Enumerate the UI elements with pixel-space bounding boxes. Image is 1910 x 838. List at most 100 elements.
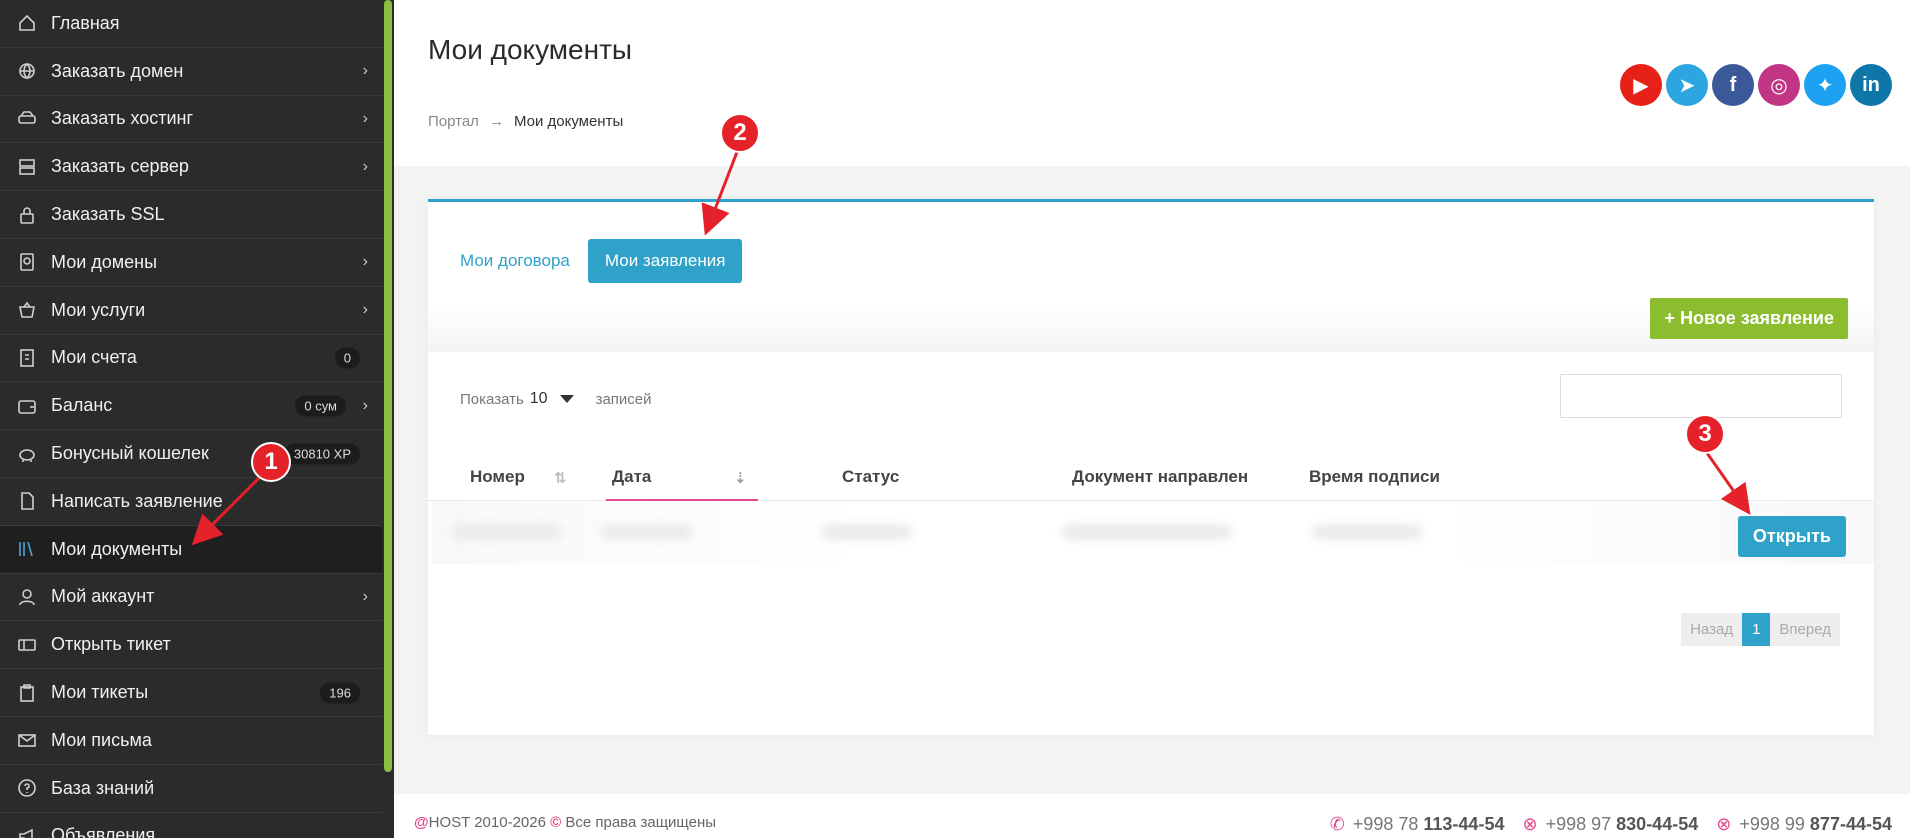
count-badge: 196: [320, 682, 360, 704]
books-icon: [16, 538, 38, 560]
circle-icon: ⊗: [1716, 814, 1732, 834]
sidebar-item-label: Мои домены: [51, 251, 158, 272]
length-select[interactable]: 10: [530, 390, 548, 408]
phone-list: ✆ +998 78 113-44-54 ⊗ +998 97 830-44-54 ⊗ +99…: [1330, 814, 1892, 835]
blurred-cell: [452, 524, 562, 540]
telegram-icon[interactable]: ➤: [1666, 64, 1708, 106]
blurred-cell: [822, 524, 912, 540]
length-show-label: Показать: [460, 390, 524, 408]
brand-at: @: [414, 814, 429, 831]
twitter-icon[interactable]: ✦: [1804, 64, 1846, 106]
blurred-cell: [1312, 524, 1422, 540]
main-content: Мои документы Портал → Мои документы ▶ ➤ f…: [394, 0, 1910, 838]
sidebar-item-label: Написать заявление: [51, 490, 223, 511]
sidebar-item-12[interactable]: Мой аккаунт ›: [0, 574, 382, 622]
sidebar-item-8[interactable]: Баланс 0 сум ›: [0, 382, 382, 431]
column-date[interactable]: Дата: [612, 467, 651, 487]
sidebar-item-4[interactable]: Заказать SSL: [0, 191, 382, 239]
pagination-next[interactable]: Вперед: [1770, 613, 1840, 646]
piggybank-icon: [16, 443, 38, 465]
sidebar-item-13[interactable]: Открыть тикет: [0, 621, 382, 670]
sidebar-item-7[interactable]: Мои счета 0: [0, 335, 382, 383]
page-title: Мои документы: [428, 34, 633, 65]
blurred-cell: [602, 524, 692, 540]
phone-prefix: +998 78: [1352, 814, 1419, 834]
tab-applications[interactable]: Мои заявления: [587, 239, 743, 283]
sidebar-scrollbar[interactable]: [384, 0, 392, 772]
instagram-icon[interactable]: ◎: [1758, 64, 1800, 106]
sidebar-item-6[interactable]: Мои услуги ›: [0, 287, 382, 335]
annotation-marker-2: 2: [720, 113, 760, 153]
open-document-button[interactable]: Открыть: [1737, 516, 1846, 557]
search-input[interactable]: [1560, 374, 1842, 418]
chevron-right-icon: ›: [362, 396, 368, 414]
lock-icon: [16, 204, 38, 226]
sidebar-item-10[interactable]: Написать заявление: [0, 478, 382, 526]
youtube-icon[interactable]: ▶: [1620, 64, 1662, 106]
column-sign-time[interactable]: Время подписи: [1309, 467, 1440, 487]
active-sort-underline: [606, 499, 758, 501]
mail-icon: [16, 729, 38, 751]
linkedin-icon[interactable]: in: [1850, 64, 1892, 106]
question-icon: [16, 777, 38, 799]
phone-number[interactable]: ⊗ +998 99 877-44-54: [1716, 814, 1892, 835]
sidebar-menu: Главная Заказать домен › Заказать хостинг › З…: [0, 0, 382, 838]
ticket-icon: [16, 634, 38, 656]
home-icon: [16, 12, 38, 34]
server-icon: [16, 156, 38, 178]
annotation-marker-1: 1: [251, 442, 291, 482]
sidebar-item-16[interactable]: База знаний: [0, 765, 382, 813]
phone-digits: 877-44-54: [1809, 814, 1892, 834]
sidebar-item-11[interactable]: Мои документы: [0, 525, 382, 574]
column-status[interactable]: Статус: [842, 467, 899, 487]
invoice-icon: [16, 347, 38, 369]
chevron-right-icon: ›: [362, 109, 368, 127]
table-row: [432, 502, 1874, 564]
chevron-right-icon: ›: [362, 62, 368, 80]
sidebar-item-17[interactable]: Объявления: [0, 813, 382, 838]
phone-number[interactable]: ✆ +998 78 113-44-54: [1330, 814, 1505, 835]
new-application-label: Новое заявление: [1679, 308, 1834, 328]
breadcrumb-portal[interactable]: Портал: [428, 113, 479, 130]
sidebar-item-15[interactable]: Мои письма: [0, 717, 382, 765]
user-icon: [16, 586, 38, 608]
sidebar-item-9[interactable]: Бонусный кошелек 30810 XP: [0, 430, 382, 478]
sidebar-item-1[interactable]: Заказать домен ›: [0, 48, 382, 96]
column-sent[interactable]: Документ направлен: [1072, 467, 1248, 487]
sidebar-item-5[interactable]: Мои домены ›: [0, 239, 382, 287]
sidebar-item-2[interactable]: Заказать хостинг ›: [0, 96, 382, 144]
count-badge: 0 сум: [295, 395, 346, 417]
clipboard-icon: [16, 682, 38, 704]
globe-icon: [16, 60, 38, 82]
sidebar-item-label: Заказать сервер: [51, 156, 189, 177]
sort-icon[interactable]: ⇅: [554, 469, 567, 487]
pagination-prev[interactable]: Назад: [1681, 613, 1743, 646]
page-length-control: Показать 10 записей: [460, 390, 652, 408]
facebook-icon[interactable]: f: [1712, 64, 1754, 106]
sidebar-item-14[interactable]: Мои тикеты 196: [0, 669, 382, 717]
column-number[interactable]: Номер: [470, 467, 525, 487]
sidebar-item-label: Мои письма: [51, 729, 152, 750]
wallet-icon: [16, 395, 38, 417]
phone-digits: 113-44-54: [1423, 814, 1505, 834]
sidebar-item-3[interactable]: Заказать сервер ›: [0, 143, 382, 192]
pagination-page[interactable]: 1: [1742, 613, 1771, 646]
pagination: Назад 1 Вперед: [1681, 613, 1840, 646]
megaphone-icon: [16, 825, 38, 838]
passport-icon: [16, 251, 38, 273]
sidebar-item-label: Открыть тикет: [51, 634, 171, 655]
caret-down-icon[interactable]: [559, 395, 574, 403]
sort-desc-icon[interactable]: ⇣: [734, 469, 747, 487]
phone-number[interactable]: ⊗ +998 97 830-44-54: [1522, 814, 1698, 835]
sidebar-item-label: Мои тикеты: [51, 682, 149, 703]
new-application-button[interactable]: + Новое заявление: [1650, 298, 1848, 339]
blurred-cell: [1062, 524, 1232, 540]
sidebar-item-0[interactable]: Главная: [0, 0, 382, 48]
phone-prefix: +998 99: [1739, 814, 1805, 834]
chevron-right-icon: ›: [362, 587, 368, 605]
page-header: Мои документы Портал → Мои документы ▶ ➤ f…: [394, 0, 1910, 166]
tab-contracts[interactable]: Мои договора: [460, 251, 570, 271]
sidebar-item-label: Заказать SSL: [51, 204, 165, 225]
sidebar-item-label: Мои документы: [51, 538, 183, 559]
count-badge: 0: [334, 347, 360, 369]
